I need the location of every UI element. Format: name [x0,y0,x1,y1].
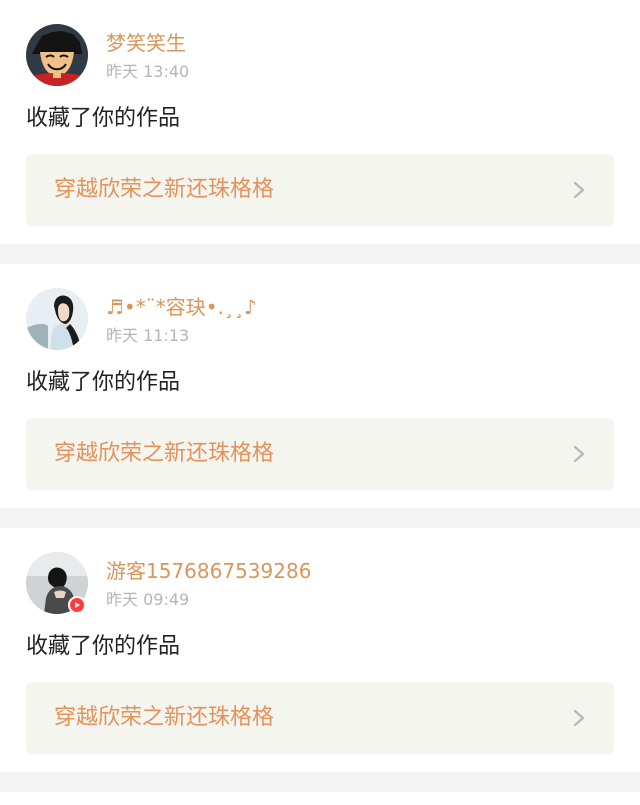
chevron-right-icon [570,180,588,200]
notification-card: 游客1576867539286 昨天 09:49 收藏了你的作品 穿越欣荣之新还… [0,528,640,772]
photo-avatar-icon [26,288,88,350]
chevron-right-icon [570,708,588,728]
username[interactable]: 游客1576867539286 [106,558,311,584]
action-text: 收藏了你的作品 [26,634,181,659]
work-link-card[interactable]: 穿越欣荣之新还珠格格 [26,682,614,754]
username[interactable]: 梦笑笑生 [106,30,186,56]
play-icon [75,602,80,608]
work-link-card[interactable]: 穿越欣荣之新还珠格格 [26,154,614,226]
action-text: 收藏了你的作品 [26,370,181,395]
user-avatar[interactable] [26,24,88,86]
timestamp: 昨天 09:49 [106,590,190,609]
anime-avatar-icon [26,24,88,86]
notification-card: 梦笑笑生 昨天 13:40 收藏了你的作品 穿越欣荣之新还珠格格 [0,0,640,244]
username[interactable]: ♬•*¨*容玦•.¸¸♪ [106,294,257,320]
chevron-right-icon [570,444,588,464]
notification-header: ♬•*¨*容玦•.¸¸♪ 昨天 11:13 [26,288,606,352]
next-card-peek [0,792,640,805]
user-avatar[interactable] [26,288,88,350]
work-title[interactable]: 穿越欣荣之新还珠格格 [54,439,274,469]
notification-feed: 梦笑笑生 昨天 13:40 收藏了你的作品 穿越欣荣之新还珠格格 ♬•*¨*容玦… [0,0,640,805]
notification-header: 梦笑笑生 昨天 13:40 [26,24,606,88]
work-title[interactable]: 穿越欣荣之新还珠格格 [54,703,274,733]
action-text: 收藏了你的作品 [26,106,181,131]
notification-header: 游客1576867539286 昨天 09:49 [26,552,606,616]
work-title[interactable]: 穿越欣荣之新还珠格格 [54,175,274,205]
notification-card: ♬•*¨*容玦•.¸¸♪ 昨天 11:13 收藏了你的作品 穿越欣荣之新还珠格格 [0,264,640,508]
timestamp: 昨天 13:40 [106,62,190,81]
work-link-card[interactable]: 穿越欣荣之新还珠格格 [26,418,614,490]
timestamp: 昨天 11:13 [106,326,190,345]
verified-badge [68,596,86,614]
